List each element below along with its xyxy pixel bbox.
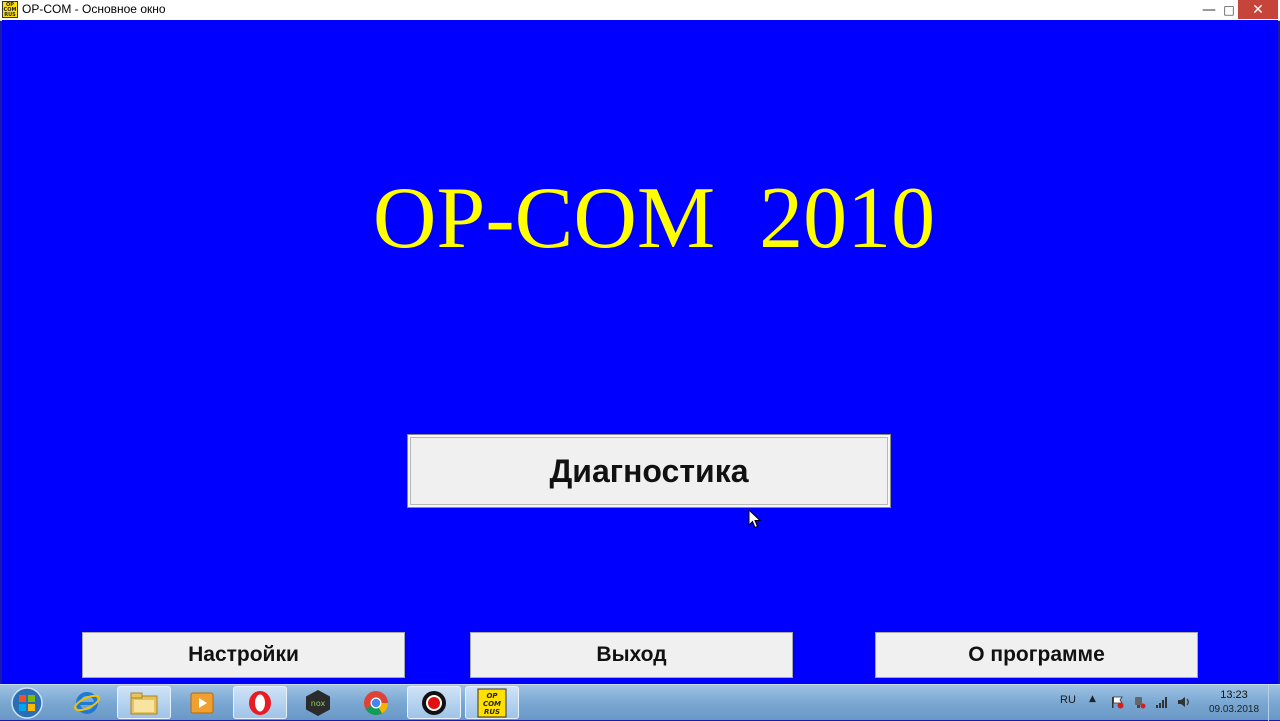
nox-icon: nox: [306, 689, 330, 716]
svg-text:RUS: RUS: [484, 708, 500, 716]
taskbar-app-ie[interactable]: [60, 686, 114, 719]
taskbar-app-chrome[interactable]: [349, 686, 403, 719]
internet-explorer-icon: [74, 691, 100, 714]
settings-button[interactable]: Настройки: [82, 632, 405, 678]
chrome-icon: [364, 690, 388, 715]
svg-text:nox: nox: [311, 699, 326, 708]
record-icon: [422, 690, 446, 715]
about-button[interactable]: О программе: [875, 632, 1198, 678]
tray-expand-icon[interactable]: ▲: [1089, 694, 1096, 704]
mouse-cursor-icon: [748, 509, 762, 529]
show-desktop-button[interactable]: [1268, 685, 1280, 721]
svg-text:COM: COM: [483, 700, 501, 708]
file-explorer-icon: [130, 692, 158, 714]
svg-text:OP: OP: [486, 692, 498, 700]
media-player-icon: [190, 692, 214, 713]
windows-logo-icon: [11, 687, 43, 719]
taskbar-app-opcom[interactable]: OP COM RUS: [465, 686, 519, 719]
maximize-button[interactable]: □: [1222, 0, 1236, 19]
taskbar-app-explorer[interactable]: [117, 686, 171, 719]
opcom-icon: OP COM RUS: [477, 688, 507, 717]
exit-button[interactable]: Выход: [470, 632, 793, 678]
main-window-body: OP-COM 2010 Диагностика Настройки Выход …: [2, 20, 1278, 684]
taskbar-app-nox[interactable]: nox: [291, 686, 345, 719]
taskbar: nox OP COM RUS RU ▲ 13:23 09.03.2018: [0, 684, 1280, 721]
app-title: OP-COM 2010: [372, 170, 936, 267]
clock-date[interactable]: 09.03.2018: [1204, 704, 1264, 715]
diagnostics-button[interactable]: Диагностика: [407, 434, 891, 508]
opcom-app-icon: OP COM RUS: [2, 1, 18, 18]
window-titlebar: OP COM RUS OP-COM - Основное окно — □ ✕: [0, 0, 1280, 21]
close-button[interactable]: ✕: [1238, 0, 1278, 19]
opera-icon: [249, 690, 271, 715]
taskbar-app-media[interactable]: [175, 686, 229, 719]
taskbar-app-recorder[interactable]: [407, 686, 461, 719]
taskbar-app-opera[interactable]: [233, 686, 287, 719]
language-indicator[interactable]: RU: [1060, 694, 1076, 706]
network-signal-icon[interactable]: [1155, 695, 1169, 709]
usb-device-icon[interactable]: [1132, 695, 1146, 709]
volume-icon[interactable]: [1177, 695, 1191, 709]
action-center-flag-icon[interactable]: [1110, 695, 1124, 709]
start-button[interactable]: [8, 685, 46, 721]
window-title: OP-COM - Основное окно: [22, 2, 166, 16]
clock-time[interactable]: 13:23: [1208, 689, 1260, 701]
minimize-button[interactable]: —: [1196, 0, 1222, 19]
